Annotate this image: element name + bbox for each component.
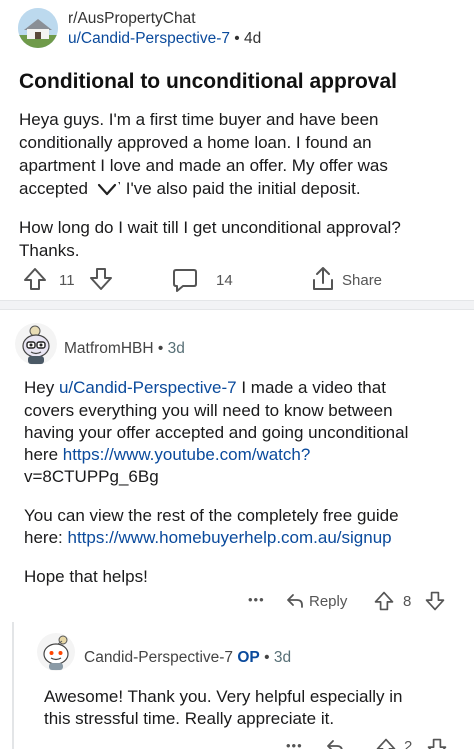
reply-icon[interactable] bbox=[285, 591, 305, 611]
youtube-link-continued[interactable]: v=8CTUPPg_6Bg bbox=[24, 466, 159, 488]
post-meta: u/Candid-Perspective-7 • 4d bbox=[68, 30, 261, 48]
post-author[interactable]: u/Candid-Perspective-7 bbox=[68, 30, 230, 47]
comment-text: Hey bbox=[24, 378, 59, 397]
comment-author[interactable]: MatfromHBH bbox=[64, 340, 154, 357]
collapse-body-button[interactable] bbox=[93, 178, 121, 202]
upvote-icon[interactable] bbox=[375, 737, 397, 749]
reply-icon[interactable] bbox=[325, 737, 345, 749]
comment-icon[interactable] bbox=[171, 266, 199, 294]
meta-separator: • bbox=[234, 30, 240, 47]
post-age: 4d bbox=[244, 30, 262, 47]
subreddit-name[interactable]: r/AusPropertyChat bbox=[68, 10, 196, 28]
comment-text-line: covers everything you will need to know … bbox=[24, 401, 393, 420]
guide-link[interactable]: https://www.homebuyerhelp.com.au/signup bbox=[67, 528, 391, 547]
comment-vote-count: 8 bbox=[403, 593, 412, 610]
op-badge: OP bbox=[237, 649, 260, 666]
post-title: Conditional to unconditional approval bbox=[19, 70, 397, 93]
comment-text-line: this stressful time. Really appreciate i… bbox=[44, 709, 335, 728]
comment-text: I made a video that bbox=[236, 378, 386, 397]
post-body-line: Thanks. bbox=[19, 241, 80, 260]
section-divider bbox=[0, 300, 474, 310]
thread-line[interactable] bbox=[12, 622, 14, 749]
commenter-avatar[interactable] bbox=[36, 632, 76, 672]
upvote-icon[interactable] bbox=[373, 590, 395, 612]
comment-text-line: here https://www.youtube.com/watch? bbox=[24, 444, 310, 466]
comment-text-line: Awesome! Thank you. Very helpful especia… bbox=[44, 687, 403, 706]
share-icon[interactable] bbox=[310, 265, 336, 293]
comment-age: 3d bbox=[273, 649, 292, 666]
post-body-line: accepted and I've also paid the initial … bbox=[19, 179, 361, 198]
meta-separator: • bbox=[157, 340, 164, 357]
comment-text-line: Hope that helps! bbox=[24, 567, 148, 586]
downvote-icon[interactable] bbox=[424, 590, 446, 612]
comment-author[interactable]: Candid-Perspective-7 bbox=[84, 649, 233, 666]
downvote-icon[interactable] bbox=[88, 266, 114, 292]
comment-text-line: having your offer accepted and going unc… bbox=[24, 423, 409, 442]
user-mention-link[interactable]: u/Candid-Perspective-7 bbox=[59, 378, 237, 397]
chevron-down-icon bbox=[97, 183, 117, 196]
subreddit-avatar[interactable] bbox=[18, 8, 58, 48]
comment-text: here bbox=[24, 445, 63, 464]
post-body-line: Heya guys. I'm a first time buyer and ha… bbox=[19, 110, 379, 129]
reply-button[interactable]: Reply bbox=[309, 593, 347, 610]
comment-text-line: Hey u/Candid-Perspective-7 I made a vide… bbox=[24, 377, 386, 399]
more-options-button[interactable]: ••• bbox=[248, 592, 265, 607]
comment-meta: MatfromHBH • 3d bbox=[64, 340, 185, 358]
meta-separator: • bbox=[264, 649, 270, 666]
share-button[interactable]: Share bbox=[342, 272, 382, 289]
post-body-line: apartment I love and made an offer. My o… bbox=[19, 156, 388, 175]
post-comment-count: 14 bbox=[216, 272, 233, 289]
comment-text-line: here: https://www.homebuyerhelp.com.au/s… bbox=[24, 527, 392, 549]
post-vote-count: 11 bbox=[59, 272, 75, 289]
comment-text-line: You can view the rest of the completely … bbox=[24, 506, 399, 525]
more-options-button[interactable]: ••• bbox=[286, 738, 303, 749]
comment-meta: Candid-Perspective-7 OP • 3d bbox=[84, 649, 291, 667]
comment-age: 3d bbox=[167, 340, 185, 357]
post-body-line: conditionally approved a home loan. I fo… bbox=[19, 133, 372, 152]
comment-text: here: bbox=[24, 528, 68, 547]
youtube-link[interactable]: https://www.youtube.com/watch? bbox=[63, 445, 311, 464]
post-body-line: How long do I wait till I get unconditio… bbox=[19, 218, 401, 237]
comment-vote-count: 2 bbox=[404, 738, 413, 749]
upvote-icon[interactable] bbox=[22, 266, 48, 292]
downvote-icon[interactable] bbox=[426, 737, 448, 749]
commenter-avatar[interactable] bbox=[14, 322, 58, 366]
